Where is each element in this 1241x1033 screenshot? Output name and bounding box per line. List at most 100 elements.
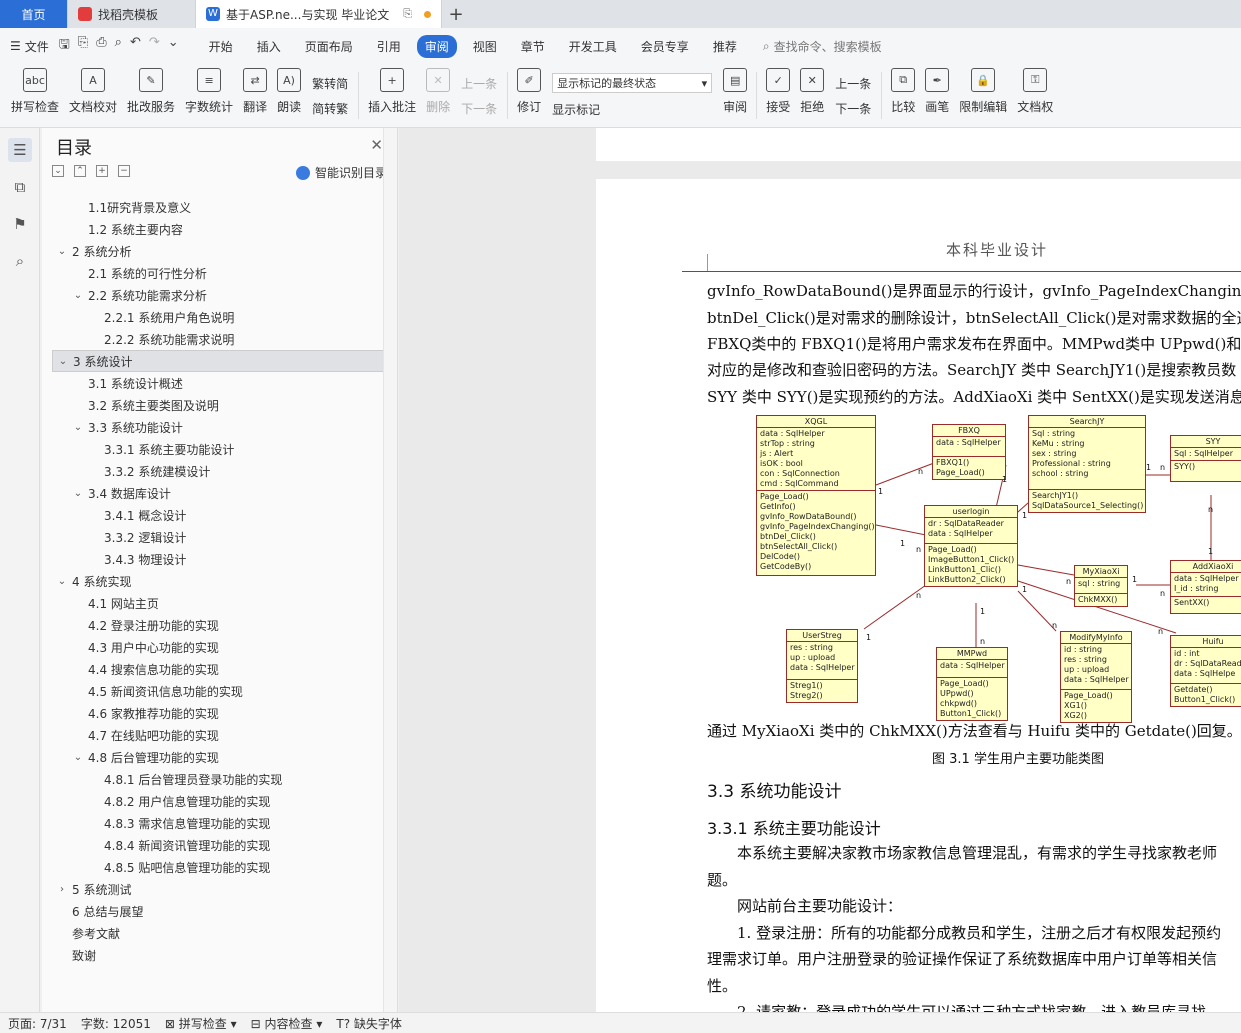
toc-item[interactable]: 2.2.1 系统用户角色说明 [52, 306, 384, 328]
toc-item[interactable]: 参考文献 [52, 922, 384, 944]
toc-item[interactable]: 4.2 登录注册功能的实现 [52, 614, 384, 636]
toc-item[interactable]: 4.5 新闻资讯信息功能的实现 [52, 680, 384, 702]
next-comment-button[interactable]: 下一条 [461, 100, 497, 117]
chevron-down-icon[interactable]: ⌄ [56, 576, 68, 587]
batch-service-button[interactable]: ✎ 批改服务 [122, 64, 180, 127]
toc-item[interactable]: 3.1 系统设计概述 [52, 372, 384, 394]
word-count-indicator[interactable]: 字数: 12051 [81, 1015, 151, 1032]
toc-item[interactable]: ⌄ 3.3 系统功能设计 [52, 416, 384, 438]
bookmark-icon[interactable]: ⚑ [8, 212, 32, 236]
toc-item[interactable]: 4.3 用户中心功能的实现 [52, 636, 384, 658]
toc-item[interactable]: 3.3.2 系统建模设计 [52, 460, 384, 482]
translate-button[interactable]: ⇄ 翻译 [238, 64, 272, 127]
chevron-down-icon[interactable]: ⌄ [72, 488, 84, 499]
smart-toc-button[interactable]: 智能识别目录 [295, 164, 387, 181]
undo-icon[interactable]: ↶ [130, 35, 141, 57]
toc-item[interactable]: 3.3.2 逻辑设计 [52, 526, 384, 548]
missing-font-status[interactable]: T? 缺失字体 [336, 1015, 402, 1032]
chevron-down-icon[interactable]: ⌄ [57, 356, 69, 367]
toc-item[interactable]: › 5 系统测试 [52, 878, 384, 900]
expand-icon[interactable]: ⌃ [74, 165, 86, 177]
show-markup-button[interactable]: 显示标记 [552, 101, 712, 118]
document-page[interactable]: 本科毕业设计 gvInfo_RowDataBound()是界面显示的行设计，gv… [596, 179, 1241, 1012]
word-count-button[interactable]: ≡ 字数统计 [180, 64, 238, 127]
close-icon[interactable]: ✕ [370, 136, 383, 154]
menu-home[interactable]: 开始 [201, 35, 241, 58]
review-pane-button[interactable]: ▤ 审阅 [718, 64, 752, 127]
toc-item[interactable]: 2.1 系统的可行性分析 [52, 262, 384, 284]
toc-item[interactable]: 3.3.1 系统主要功能设计 [52, 438, 384, 460]
insert-comment-button[interactable]: + 插入批注 [363, 64, 421, 127]
restrict-edit-button[interactable]: 🔒 限制编辑 [954, 64, 1012, 127]
print-icon[interactable]: ⎙ [96, 35, 106, 57]
menu-review[interactable]: 审阅 [416, 34, 457, 58]
command-search[interactable]: ⌕ 查找命令、搜索模板 [763, 38, 882, 55]
compare-button[interactable]: ⧉ 比较 [886, 64, 920, 127]
menu-view[interactable]: 视图 [465, 35, 505, 58]
menu-insert[interactable]: 插入 [249, 35, 289, 58]
save-status-icon[interactable]: ⎘ [403, 7, 412, 21]
spell-check-button[interactable]: abc 拼写检查 [6, 64, 64, 127]
content-check-status[interactable]: ⊟ 内容检查 ▾ [251, 1015, 323, 1032]
toc-item[interactable]: 4.4 搜索信息功能的实现 [52, 658, 384, 680]
document-area[interactable]: 本科毕业设计 gvInfo_RowDataBound()是界面显示的行设计，gv… [399, 128, 1241, 1012]
export-icon[interactable]: ⎘ [78, 35, 88, 57]
revise-button[interactable]: ✐ 修订 [512, 64, 546, 127]
toc-item[interactable]: ⌄ 2.2 系统功能需求分析 [52, 284, 384, 306]
outline-icon[interactable]: ⧉ [8, 175, 32, 199]
toc-item[interactable]: 4.8.5 贴吧信息管理功能的实现 [52, 856, 384, 878]
next-change-button[interactable]: 下一条 [835, 100, 871, 117]
add-heading-icon[interactable]: + [96, 165, 108, 177]
toc-item[interactable]: 致谢 [52, 944, 384, 966]
menu-recommend[interactable]: 推荐 [705, 35, 745, 58]
toc-item[interactable]: 4.8.1 后台管理员登录功能的实现 [52, 768, 384, 790]
toc-item[interactable]: ⌄ 4 系统实现 [52, 570, 384, 592]
menu-developer[interactable]: 开发工具 [561, 35, 625, 58]
find-icon[interactable]: ⌕ [8, 249, 32, 273]
toc-item[interactable]: 1.2 系统主要内容 [52, 218, 384, 240]
accept-button[interactable]: ✓ 接受 [761, 64, 795, 127]
toc-item[interactable]: 4.8.2 用户信息管理功能的实现 [52, 790, 384, 812]
tab-home[interactable]: 首页 [0, 0, 68, 28]
toc-item[interactable]: 4.1 网站主页 [52, 592, 384, 614]
page-indicator[interactable]: 页面: 7/31 [8, 1015, 67, 1032]
toc-item[interactable]: 3.4.3 物理设计 [52, 548, 384, 570]
toc-item[interactable]: ⌄ 4.8 后台管理功能的实现 [52, 746, 384, 768]
menu-layout[interactable]: 页面布局 [297, 35, 361, 58]
toc-item[interactable]: 1.1研究背景及意义 [52, 196, 384, 218]
remove-heading-icon[interactable]: − [118, 165, 130, 177]
toc-item[interactable]: 4.8.3 需求信息管理功能的实现 [52, 812, 384, 834]
spell-check-status[interactable]: ⊠ 拼写检查 ▾ [165, 1015, 237, 1032]
menu-references[interactable]: 引用 [369, 35, 409, 58]
new-tab-button[interactable]: + [442, 0, 470, 28]
to-simplified-button[interactable]: 简转繁 [312, 100, 348, 117]
toc-item[interactable]: 4.6 家教推荐功能的实现 [52, 702, 384, 724]
to-traditional-button[interactable]: 繁转简 [312, 75, 348, 92]
toc-item[interactable]: 3.2 系统主要类图及说明 [52, 394, 384, 416]
toc-panel-icon[interactable]: ☰ [8, 138, 32, 162]
toc-item[interactable]: 2.2.2 系统功能需求说明 [52, 328, 384, 350]
doc-permission-button[interactable]: ⚿ 文档权 [1012, 64, 1058, 127]
pen-button[interactable]: ✒ 画笔 [920, 64, 954, 127]
doc-proof-button[interactable]: A 文档校对 [64, 64, 122, 127]
toc-item[interactable]: ⌄ 3 系统设计 [52, 350, 384, 372]
customize-dropdown-icon[interactable]: ⌄ [168, 35, 179, 57]
chevron-right-icon[interactable]: › [56, 884, 68, 895]
collapse-all-icon[interactable]: ⌄ [52, 165, 64, 177]
read-aloud-button[interactable]: A) 朗读 [272, 64, 306, 127]
tab-document[interactable]: W 基于ASP.ne...与实现 毕业论文 ⎘ [196, 0, 442, 28]
delete-comment-button[interactable]: ✕ 删除 [421, 64, 455, 127]
prev-change-button[interactable]: 上一条 [835, 75, 871, 92]
chevron-down-icon[interactable]: ⌄ [72, 290, 84, 301]
redo-icon[interactable]: ↷ [149, 35, 160, 57]
toc-item[interactable]: 4.7 在线贴吧功能的实现 [52, 724, 384, 746]
toc-item[interactable]: 3.4.1 概念设计 [52, 504, 384, 526]
preview-icon[interactable]: ⌕ [115, 35, 122, 57]
toc-scrollbar[interactable] [383, 128, 397, 1012]
toc-item[interactable]: ⌄ 2 系统分析 [52, 240, 384, 262]
menu-section[interactable]: 章节 [513, 35, 553, 58]
chevron-down-icon[interactable]: ⌄ [72, 422, 84, 433]
reject-button[interactable]: ✕ 拒绝 [795, 64, 829, 127]
tab-template[interactable]: 找稻壳模板 [68, 0, 196, 28]
toc-item[interactable]: ⌄ 3.4 数据库设计 [52, 482, 384, 504]
